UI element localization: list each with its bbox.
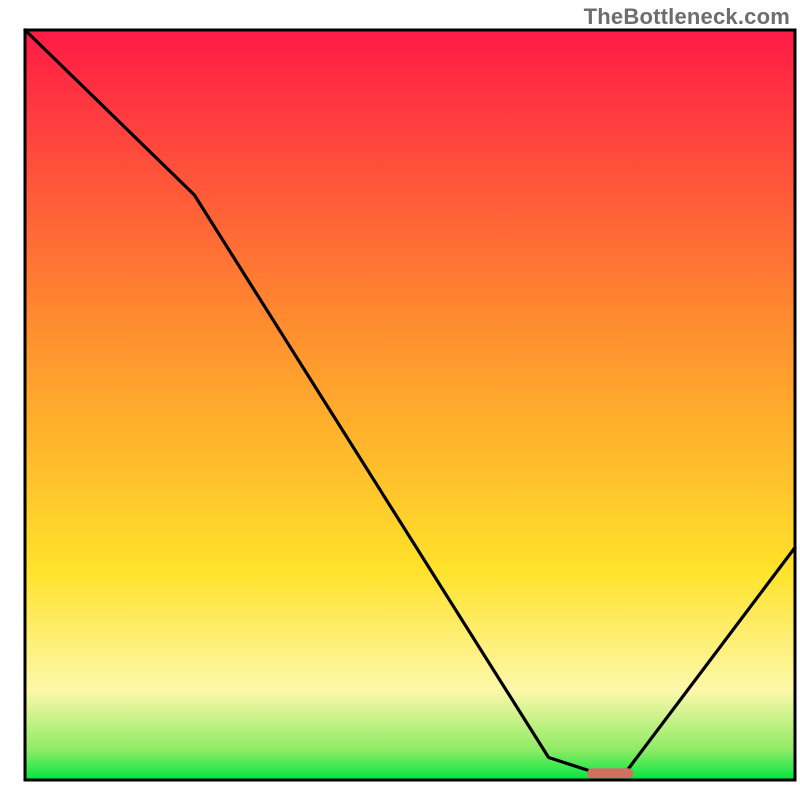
bottleneck-chart: TheBottleneck.com bbox=[0, 0, 800, 800]
plot-svg bbox=[0, 0, 800, 800]
watermark-text: TheBottleneck.com bbox=[584, 4, 790, 30]
optimum-marker bbox=[587, 768, 633, 778]
